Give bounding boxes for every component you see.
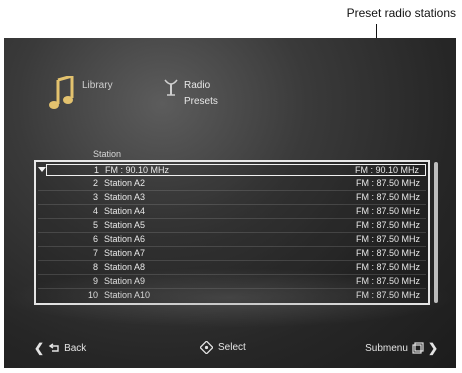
- presets-menu-item[interactable]: Presets: [184, 96, 218, 107]
- station-row[interactable]: 9 Station A9 FM : 87.50 MHz: [38, 276, 426, 289]
- station-frequency: FM : 87.50 MHz: [355, 276, 420, 286]
- list-scrollbar[interactable]: [434, 162, 438, 303]
- station-frequency: FM : 87.50 MHz: [355, 220, 420, 230]
- station-frequency: FM : 87.50 MHz: [355, 248, 420, 258]
- select-label: Select: [218, 342, 246, 353]
- station-name: Station A9: [104, 276, 146, 286]
- station-number: 2: [92, 178, 98, 188]
- station-row[interactable]: 8 Station A8 FM : 87.50 MHz: [38, 262, 426, 275]
- station-frequency: FM : 87.50 MHz: [355, 290, 420, 300]
- station-frequency: FM : 87.50 MHz: [355, 206, 420, 216]
- station-name: Station A5: [104, 220, 146, 230]
- antenna-icon: [164, 79, 178, 96]
- station-frequency: FM : 87.50 MHz: [355, 234, 420, 244]
- submenu-label: Submenu: [365, 342, 408, 354]
- station-column-header: Station: [93, 149, 122, 159]
- music-note-icon: [49, 76, 74, 109]
- station-number: 7: [92, 248, 98, 258]
- station-name: Station A4: [104, 206, 146, 216]
- station-frequency: FM : 90.10 MHz: [354, 165, 419, 175]
- station-frequency: FM : 87.50 MHz: [355, 262, 420, 272]
- back-label: Back: [64, 342, 87, 354]
- station-row[interactable]: 10 Station A10 FM : 87.50 MHz: [38, 290, 426, 302]
- station-row[interactable]: 7 Station A7 FM : 87.50 MHz: [38, 248, 426, 261]
- station-row[interactable]: 1 FM : 90.10 MHz FM : 90.10 MHz: [38, 164, 426, 176]
- station-name: Station A3: [104, 192, 146, 202]
- station-row[interactable]: 5 Station A5 FM : 87.50 MHz: [38, 220, 426, 233]
- footer-bar: ❮ Back Select Submenu ❯: [4, 341, 456, 361]
- select-button[interactable]: Select: [200, 341, 246, 354]
- station-number: 3: [92, 192, 98, 202]
- station-row[interactable]: 4 Station A4 FM : 87.50 MHz: [38, 206, 426, 219]
- station-number: 9: [92, 276, 98, 286]
- tv-screen: Library Radio Presets Station 1 FM : 90.…: [4, 38, 456, 368]
- station-number: 1: [93, 165, 99, 175]
- callout-label: Preset radio stations: [346, 6, 456, 20]
- dropdown-arrow-icon: [38, 167, 46, 172]
- station-number: 10: [87, 290, 98, 300]
- submenu-button[interactable]: Submenu ❯: [365, 341, 438, 355]
- chevron-left-icon: ❮: [34, 341, 45, 355]
- submenu-icon: [412, 342, 424, 354]
- radio-menu-item[interactable]: Radio: [184, 80, 210, 91]
- station-name: FM : 90.10 MHz: [105, 165, 170, 175]
- station-frequency: FM : 87.50 MHz: [355, 192, 420, 202]
- station-row[interactable]: 2 Station A2 FM : 87.50 MHz: [38, 178, 426, 191]
- station-name: Station A7: [104, 248, 146, 258]
- station-number: 4: [92, 206, 98, 216]
- station-name: Station A10: [104, 290, 151, 300]
- station-row[interactable]: 3 Station A3 FM : 87.50 MHz: [38, 192, 426, 205]
- station-name: Station A8: [104, 262, 146, 272]
- chevron-right-icon: ❯: [427, 341, 438, 355]
- station-frequency: FM : 87.50 MHz: [355, 178, 420, 188]
- back-button[interactable]: ❮ Back: [34, 341, 86, 355]
- station-name: Station A6: [104, 234, 146, 244]
- preset-station-list[interactable]: 1 FM : 90.10 MHz FM : 90.10 MHz 2 Statio…: [34, 160, 430, 305]
- back-arrow-icon: [48, 343, 59, 352]
- station-number: 6: [92, 234, 98, 244]
- station-number: 5: [92, 220, 98, 230]
- station-name: Station A2: [104, 178, 146, 188]
- station-number: 8: [92, 262, 98, 272]
- station-row[interactable]: 6 Station A6 FM : 87.50 MHz: [38, 234, 426, 247]
- select-dpad-icon: [200, 341, 213, 354]
- library-menu-item[interactable]: Library: [82, 80, 113, 91]
